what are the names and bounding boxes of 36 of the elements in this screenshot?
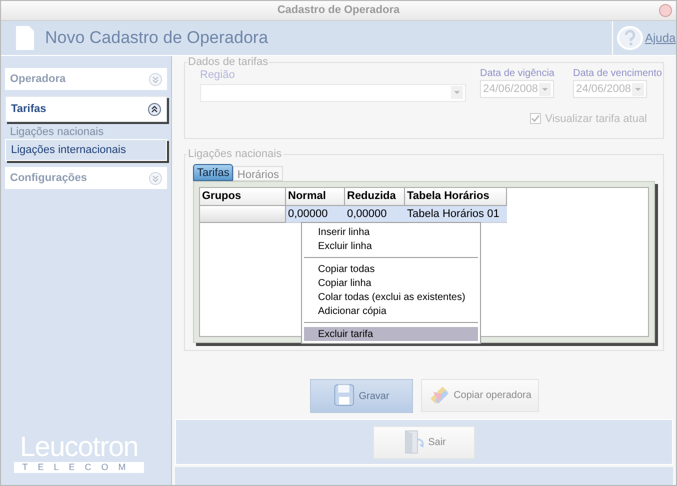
- expand-icon: [149, 172, 162, 184]
- column-header[interactable]: Reduzida: [345, 188, 405, 206]
- menu-item[interactable]: Copiar linha: [304, 276, 478, 290]
- group-legend: Ligações nacionais: [187, 148, 283, 160]
- expand-icon: [149, 72, 162, 86]
- section-header[interactable]: Tarifas: [5, 96, 167, 122]
- menu-item[interactable]: Inserir linha: [304, 225, 478, 239]
- checkbox-label: Visualizar tarifa atual: [545, 112, 647, 126]
- menu-item[interactable]: Excluir tarifa: [304, 327, 478, 341]
- table-cell: 0,00000: [345, 206, 405, 223]
- group-legend: Dados de tarifas: [187, 56, 270, 68]
- document-icon: [15, 25, 35, 51]
- menu-item[interactable]: Colar todas (exclui as existentes): [304, 290, 478, 304]
- menu-item[interactable]: Copiar todas: [304, 262, 478, 276]
- tab[interactable]: Tarifas: [193, 164, 234, 181]
- field-label: Data de vencimento: [573, 67, 662, 80]
- page-title: Novo Cadastro de Operadora: [45, 27, 270, 50]
- sidebar-item[interactable]: Ligações internacionais: [5, 139, 167, 161]
- menu-item[interactable]: Adicionar cópia: [304, 304, 478, 318]
- door-icon: [402, 429, 426, 455]
- region-dropdown[interactable]: [200, 84, 466, 102]
- close-icon[interactable]: [659, 4, 672, 17]
- column-header[interactable]: Tabela Horários: [405, 188, 507, 206]
- field-label: Data de vigência: [480, 67, 554, 80]
- help-icon[interactable]: [617, 26, 643, 50]
- row-header[interactable]: [200, 206, 286, 223]
- menu-item[interactable]: Excluir linha: [304, 239, 478, 253]
- field-label: Região: [200, 68, 236, 83]
- table-cell: Tabela Horários 01: [405, 206, 507, 223]
- window-title: Cadastro de Operadora: [277, 3, 400, 18]
- column-header[interactable]: Grupos: [200, 188, 286, 206]
- checkbox[interactable]: [530, 113, 542, 124]
- table-cell: 0,00000: [286, 206, 345, 223]
- logo-tagline: TELECOM: [14, 462, 144, 473]
- collapse-icon: [148, 102, 161, 116]
- column-header[interactable]: Normal: [286, 188, 345, 206]
